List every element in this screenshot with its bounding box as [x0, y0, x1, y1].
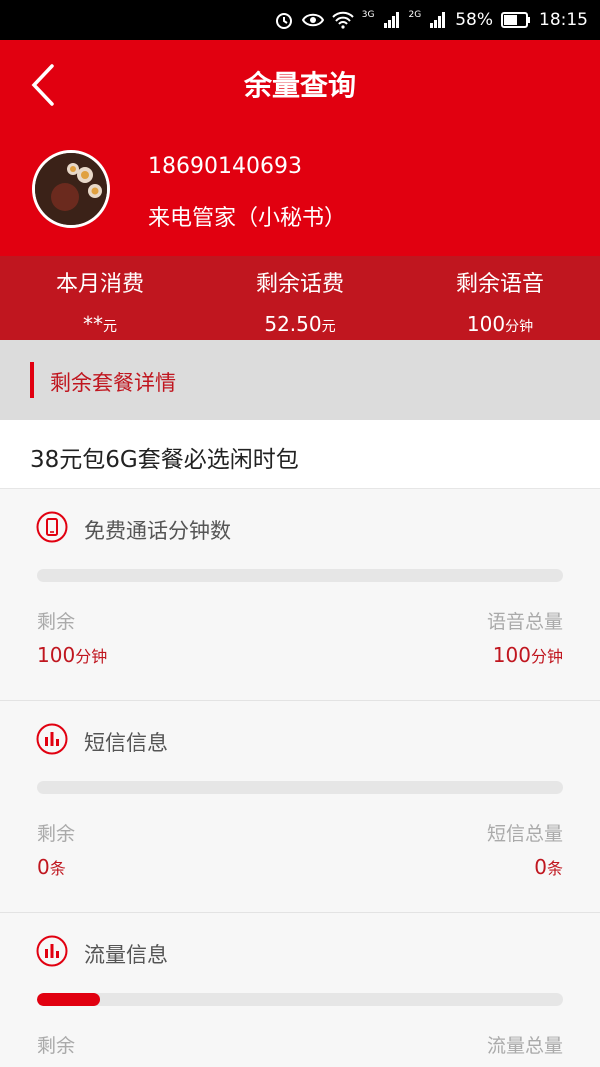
- remaining-value: 100分钟: [37, 643, 108, 667]
- total-value: 100分钟: [492, 643, 563, 667]
- signal-icon: [383, 12, 399, 28]
- header: 余量查询 18690140693 来电管家（小秘书）: [0, 40, 600, 256]
- stat-value: 52.50元: [264, 312, 336, 336]
- stat-value: **元: [83, 312, 117, 336]
- bar-chart-icon: [36, 935, 68, 967]
- total-label: 语音总量: [486, 611, 563, 633]
- wifi-icon: [332, 11, 354, 29]
- card-sms: 短信信息 剩余 短信总量 0条 0条: [0, 701, 600, 913]
- signal-icon-2: [430, 12, 446, 28]
- card-title: 流量信息: [84, 943, 168, 967]
- total-label: 短信总量: [486, 823, 563, 845]
- card-data: 流量信息 剩余 流量总量: [0, 913, 600, 1067]
- stat-label: 剩余话费: [255, 272, 344, 297]
- network-3g: 3G: [361, 10, 375, 20]
- stat-label: 剩余语音: [455, 272, 544, 297]
- remaining-label: 剩余: [37, 1035, 76, 1057]
- network-2g: 2G: [408, 10, 422, 20]
- eye-icon: [301, 13, 324, 27]
- stat-monthly-spend: 本月消费 **元: [0, 256, 200, 340]
- card-title: 免费通话分钟数: [84, 519, 231, 543]
- package-row[interactable]: 38元包6G套餐必选闲时包: [0, 420, 600, 489]
- remaining-value: 0条: [37, 855, 66, 879]
- progress-track: [37, 993, 563, 1006]
- stats-row: 本月消费 **元 剩余话费 52.50元 剩余语音 100分钟: [0, 256, 600, 340]
- section-header: 剩余套餐详情: [0, 340, 600, 420]
- remaining-label: 剩余: [37, 823, 76, 845]
- progress-fill: [37, 993, 101, 1006]
- total-label: 流量总量: [486, 1035, 563, 1057]
- alarm-icon: [275, 13, 292, 29]
- progress-track: [37, 781, 563, 794]
- bar-chart-icon: [36, 723, 68, 755]
- stat-remaining-voice: 剩余语音 100分钟: [400, 256, 600, 340]
- stat-value: 100分钟: [466, 312, 534, 336]
- package-name: 38元包6G套餐必选闲时包: [30, 447, 299, 473]
- phone-icon: [36, 511, 68, 543]
- progress-track: [37, 569, 563, 582]
- clock: 18:15: [539, 10, 588, 30]
- card-voice: 免费通话分钟数 剩余 语音总量 100分钟 100分钟: [0, 489, 600, 701]
- avatar[interactable]: [32, 150, 110, 228]
- stat-label: 本月消费: [55, 272, 144, 297]
- battery-icon: [501, 12, 530, 28]
- section-accent-bar: [30, 362, 34, 398]
- battery-percent: 58%: [455, 10, 493, 30]
- user-name: 来电管家（小秘书）: [148, 206, 347, 231]
- stat-remaining-balance: 剩余话费 52.50元: [200, 256, 400, 340]
- page-title: 余量查询: [243, 69, 356, 102]
- card-title: 短信信息: [84, 731, 168, 755]
- avatar-image: [35, 153, 107, 225]
- section-title: 剩余套餐详情: [50, 371, 176, 395]
- remaining-label: 剩余: [37, 611, 76, 633]
- status-bar: 3G 2G 58% 18:15: [0, 0, 600, 40]
- total-value: 0条: [534, 855, 563, 879]
- phone-number: 18690140693: [148, 154, 302, 179]
